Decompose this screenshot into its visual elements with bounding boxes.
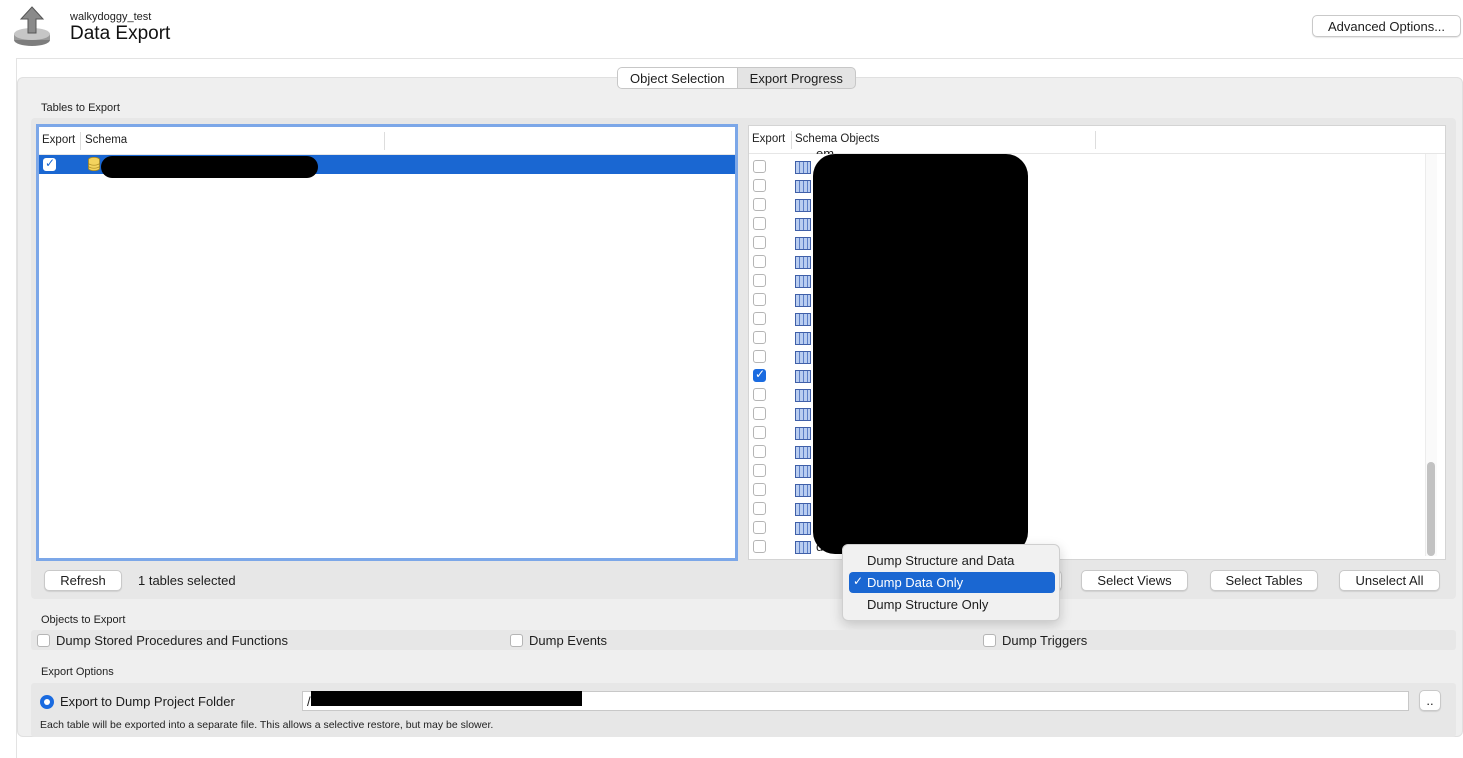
table-icon (795, 161, 811, 174)
object-export-checkbox[interactable] (753, 445, 766, 458)
page-title: Data Export (70, 23, 171, 44)
table-icon (795, 541, 811, 554)
table-icon (795, 484, 811, 497)
table-icon (795, 332, 811, 345)
column-header-export[interactable]: Export (42, 134, 75, 146)
menu-item-dump-structure-only[interactable]: Dump Structure Only (849, 594, 1055, 615)
column-header-schema[interactable]: Schema (85, 134, 127, 146)
column-header-schema-objects[interactable]: Schema Objects (795, 133, 879, 145)
column-separator (791, 131, 792, 149)
object-export-checkbox[interactable] (753, 426, 766, 439)
tab-object-selection[interactable]: Object Selection (618, 68, 738, 88)
menu-item-label: Dump Structure Only (867, 597, 989, 612)
redacted-path (311, 691, 582, 706)
column-header-export[interactable]: Export (752, 133, 785, 145)
scrollbar-thumb[interactable] (1427, 462, 1435, 556)
column-separator (80, 132, 81, 150)
data-export-icon (14, 6, 50, 46)
redacted-object-names (813, 154, 1028, 554)
object-export-checkbox[interactable] (753, 293, 766, 306)
object-export-checkbox[interactable] (753, 521, 766, 534)
object-export-checkbox[interactable] (753, 407, 766, 420)
select-views-button[interactable]: Select Views (1081, 570, 1188, 591)
export-hint-text: Each table will be exported into a separ… (40, 719, 494, 731)
dump-events-label[interactable]: Dump Events (529, 633, 607, 648)
table-icon (795, 389, 811, 402)
object-export-checkbox[interactable] (753, 255, 766, 268)
export-to-folder-radio[interactable] (40, 695, 54, 709)
object-name-partial: em (816, 147, 834, 154)
tab-export-progress[interactable]: Export Progress (738, 68, 855, 88)
schema-row[interactable] (39, 155, 735, 178)
table-icon (795, 370, 811, 383)
menu-item-label: Dump Data Only (867, 575, 964, 590)
tables-section-label: Tables to Export (41, 102, 120, 114)
table-icon (795, 446, 811, 459)
table-icon (795, 503, 811, 516)
object-export-checkbox[interactable] (753, 160, 766, 173)
object-export-checkbox[interactable] (753, 367, 766, 382)
advanced-options-button[interactable]: Advanced Options... (1312, 15, 1461, 37)
table-icon (795, 522, 811, 535)
object-export-checkbox[interactable] (753, 388, 766, 401)
dump-mode-menu: Dump Structure and Data ✓ Dump Data Only … (842, 544, 1060, 621)
connection-name: walkydoggy_test (70, 11, 152, 23)
refresh-button[interactable]: Refresh (44, 570, 122, 591)
tab-bar: Object Selection Export Progress (617, 67, 856, 89)
menu-item-label: Dump Structure and Data (867, 553, 1015, 568)
table-icon (795, 465, 811, 478)
column-separator (1095, 131, 1096, 149)
schema-list[interactable]: Export Schema (36, 124, 738, 561)
objects-section-label: Objects to Export (41, 614, 126, 626)
dump-events-checkbox[interactable] (510, 634, 523, 647)
dump-routines-label[interactable]: Dump Stored Procedures and Functions (56, 633, 288, 648)
table-icon (795, 408, 811, 421)
schema-list-header: Export Schema (39, 127, 735, 155)
selection-status: 1 tables selected (138, 573, 236, 588)
object-export-checkbox[interactable] (753, 274, 766, 287)
unselect-all-button[interactable]: Unselect All (1339, 570, 1440, 591)
table-icon (795, 180, 811, 193)
table-icon (795, 199, 811, 212)
object-export-checkbox[interactable] (753, 198, 766, 211)
dump-routines-checkbox[interactable] (37, 634, 50, 647)
browse-button[interactable]: .. (1419, 690, 1441, 711)
object-export-checkbox[interactable] (753, 331, 766, 344)
table-icon (795, 218, 811, 231)
table-icon (795, 256, 811, 269)
object-export-checkbox[interactable] (753, 464, 766, 477)
object-export-checkbox[interactable] (753, 217, 766, 230)
table-icon (795, 294, 811, 307)
column-separator (384, 132, 385, 150)
menu-item-dump-data-only[interactable]: ✓ Dump Data Only (849, 572, 1055, 593)
redacted-schema-name (101, 156, 318, 178)
select-tables-button[interactable]: Select Tables (1210, 570, 1318, 591)
table-icon (795, 275, 811, 288)
table-icon (795, 351, 811, 364)
menu-item-dump-structure-and-data[interactable]: Dump Structure and Data (849, 550, 1055, 571)
dump-triggers-label[interactable]: Dump Triggers (1002, 633, 1087, 648)
object-export-checkbox[interactable] (753, 350, 766, 363)
export-to-folder-label[interactable]: Export to Dump Project Folder (60, 694, 235, 709)
object-export-checkbox[interactable] (753, 236, 766, 249)
schema-export-checkbox[interactable] (43, 156, 56, 171)
table-icon (795, 237, 811, 250)
object-export-checkbox[interactable] (753, 483, 766, 496)
object-export-checkbox[interactable] (753, 312, 766, 325)
object-export-checkbox[interactable] (753, 179, 766, 192)
database-icon (88, 157, 100, 171)
schema-objects-header: Export Schema Objects (749, 126, 1445, 154)
table-icon (795, 313, 811, 326)
export-options-label: Export Options (41, 666, 114, 678)
object-export-checkbox[interactable] (753, 502, 766, 515)
object-export-checkbox[interactable] (753, 540, 766, 553)
dump-triggers-checkbox[interactable] (983, 634, 996, 647)
table-icon (795, 427, 811, 440)
checkmark-icon: ✓ (853, 574, 864, 588)
